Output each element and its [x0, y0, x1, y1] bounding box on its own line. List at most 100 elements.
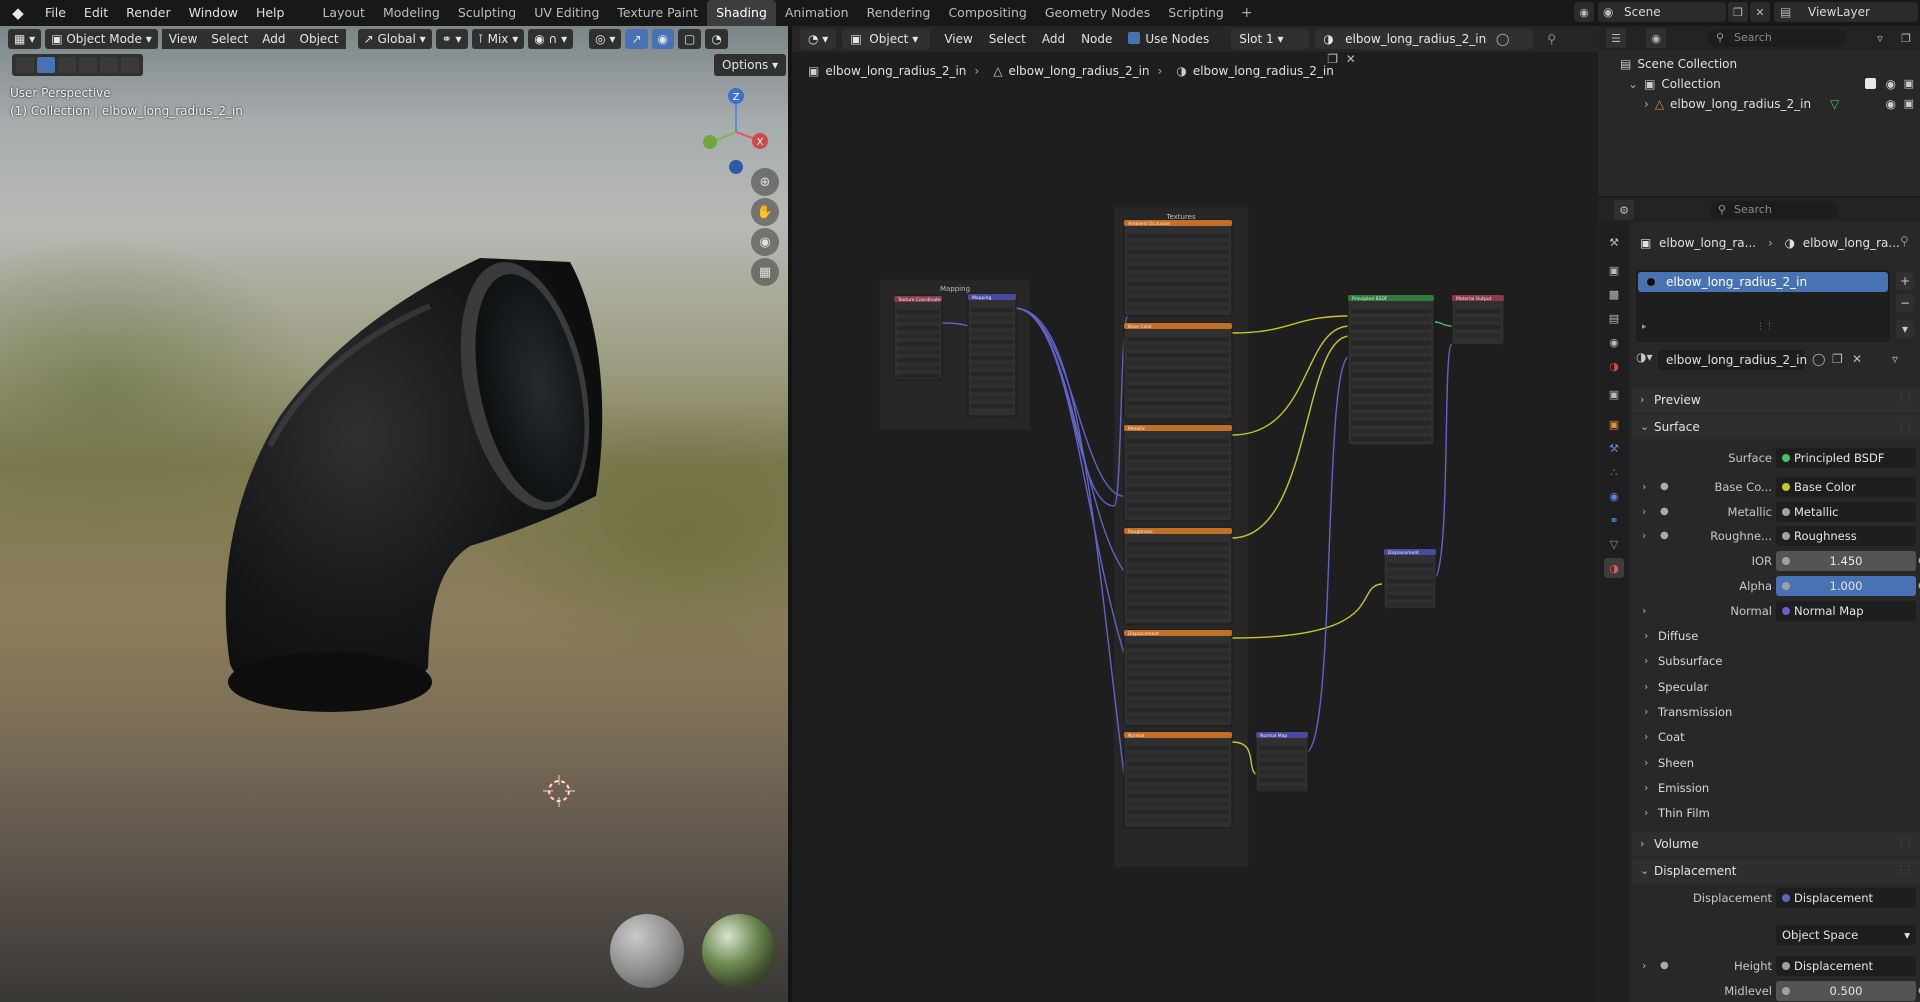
modifier-tab-icon[interactable]: ⚒	[1604, 438, 1624, 458]
tab-uv-editing[interactable]: UV Editing	[525, 0, 608, 26]
xray-toggle[interactable]: ▢	[678, 29, 702, 49]
property-link-field[interactable]: Base Color	[1776, 477, 1916, 497]
blender-logo-icon[interactable]: ◆	[0, 0, 36, 26]
node-texture-roughness[interactable]: Roughness	[1123, 527, 1233, 625]
output-tab-icon[interactable]: ▩	[1604, 284, 1624, 304]
material-slot-item[interactable]: elbow_long_radius_2_in	[1638, 272, 1888, 292]
display-mode-icon[interactable]: ◉	[1646, 28, 1666, 48]
editor-type-button[interactable]: ▦ ▾	[8, 29, 42, 49]
subpanel-coat[interactable]: › Coat	[1632, 727, 1920, 747]
data-tab-icon[interactable]: ▽	[1604, 534, 1624, 554]
unlink-material-icon[interactable]: ✕	[1852, 352, 1862, 366]
mesh-data-icon[interactable]: ▽	[1830, 94, 1839, 114]
select-invert-button[interactable]	[100, 57, 118, 73]
tab-shading[interactable]: Shading	[707, 0, 776, 26]
viewport-menu-object[interactable]: Object	[292, 29, 346, 49]
subpanel-specular[interactable]: › Specular	[1632, 677, 1920, 697]
node-link[interactable]	[1231, 325, 1351, 436]
subpanel-thin-film[interactable]: › Thin Film	[1632, 803, 1920, 823]
use-nodes-checkbox[interactable]: Use Nodes	[1120, 26, 1217, 52]
panel-volume[interactable]: › Volume ⋮⋮	[1632, 832, 1920, 856]
eye-icon[interactable]: ◉	[1886, 94, 1896, 114]
menu-window[interactable]: Window	[180, 0, 247, 26]
pan-hand-icon[interactable]: ✋	[751, 198, 779, 226]
delete-scene-icon[interactable]: ✕	[1750, 2, 1770, 22]
select-intersect-button[interactable]	[121, 57, 139, 73]
outliner-collection[interactable]: ⌄ ▣ Collection ◉ ▣	[1598, 74, 1920, 94]
node-displacement[interactable]: Displacement	[1383, 548, 1437, 610]
tab-compositing[interactable]: Compositing	[939, 0, 1035, 26]
node-texture-base-color[interactable]: Base Color	[1123, 322, 1233, 420]
subpanel-emission[interactable]: › Emission	[1632, 778, 1920, 798]
proportional-edit-button[interactable]: ◉ ∩ ▾	[528, 29, 574, 49]
pin-icon[interactable]: ⚲	[1900, 234, 1909, 248]
displacement-space-dropdown[interactable]: Object Space ▾	[1776, 925, 1916, 945]
scene-browse-icon[interactable]: ◉	[1574, 2, 1594, 22]
outliner-object[interactable]: › △ elbow_long_radius_2_in ▽ ◉ ▣	[1598, 94, 1920, 114]
material-name-field[interactable]: elbow_long_radius_2_in	[1658, 350, 1807, 370]
expand-chevron-icon[interactable]: ›	[1644, 94, 1649, 114]
tab-geometry-nodes[interactable]: Geometry Nodes	[1036, 0, 1159, 26]
select-subtract-button[interactable]	[79, 57, 97, 73]
viewport-options-button[interactable]: Options ▾	[714, 54, 787, 76]
panel-surface[interactable]: ⌄ Surface ⋮⋮	[1632, 415, 1920, 439]
subpanel-sheen[interactable]: › Sheen	[1632, 753, 1920, 773]
expand-chevron-icon[interactable]: ›	[1642, 502, 1646, 522]
node-link[interactable]	[1013, 307, 1129, 497]
node-texture-displacement[interactable]: Displacement	[1123, 629, 1233, 727]
3d-cursor-icon[interactable]	[543, 775, 575, 807]
panel-displacement[interactable]: ⌄ Displacement ⋮⋮	[1632, 859, 1920, 883]
expand-chevron-icon[interactable]: ›	[1642, 526, 1646, 546]
height-link-field[interactable]: Displacement	[1776, 956, 1916, 976]
scene-selector[interactable]: ◉ Scene	[1598, 2, 1726, 22]
outliner-editor-type-icon[interactable]: ☰	[1606, 28, 1626, 48]
fake-user-shield-icon[interactable]: ◯	[1812, 352, 1825, 366]
material-filter-icon[interactable]: ▿	[1892, 352, 1898, 366]
tab-scripting[interactable]: Scripting	[1159, 0, 1233, 26]
tab-rendering[interactable]: Rendering	[858, 0, 940, 26]
select-extend-button[interactable]	[58, 57, 76, 73]
material-selector[interactable]: ◑ elbow_long_radius_2_in ◯ ❐ ✕	[1315, 29, 1534, 66]
menu-render[interactable]: Render	[117, 0, 180, 26]
gizmo-y-axis[interactable]	[703, 135, 717, 149]
fake-user-shield-icon[interactable]: ◯	[1496, 32, 1509, 46]
node-link[interactable]	[1231, 315, 1351, 334]
node-texture-metallic[interactable]: Metallic	[1123, 424, 1233, 522]
properties-editor-type-icon[interactable]: ⚙	[1614, 200, 1634, 220]
viewport-menu-add[interactable]: Add	[255, 29, 293, 49]
duplicate-material-icon[interactable]: ❐	[1832, 352, 1843, 366]
panel-preview[interactable]: › Preview ⋮⋮	[1632, 388, 1920, 412]
browse-material-icon[interactable]: ◑▾	[1636, 350, 1653, 364]
eye-icon[interactable]: ◉	[1886, 74, 1896, 94]
property-link-field[interactable]: Principled BSDF	[1776, 448, 1916, 468]
list-expand-icon[interactable]: ▸	[1642, 322, 1647, 332]
menu-edit[interactable]: Edit	[75, 0, 117, 26]
collection-exclude-checkbox[interactable]	[1865, 78, 1876, 89]
3d-viewport[interactable]: ▦ ▾ ▣ Object Mode ▾ View Select Add Object …	[0, 26, 788, 1002]
orientation-selector[interactable]: ↗ Global ▾	[357, 29, 432, 49]
ortho-grid-icon[interactable]: ▦	[751, 258, 779, 286]
list-resize-grip-icon[interactable]: ⋮⋮	[1756, 322, 1774, 332]
menu-file[interactable]: File	[36, 0, 75, 26]
node-link[interactable]	[1231, 335, 1351, 539]
camera-view-icon[interactable]: ◉	[751, 228, 779, 256]
view-layer-tab-icon[interactable]: ▤	[1604, 308, 1624, 328]
subpanel-diffuse[interactable]: › Diffuse	[1632, 626, 1920, 646]
outliner-scene-collection[interactable]: ▤ Scene Collection	[1598, 54, 1920, 74]
viewport-menu-view[interactable]: View	[161, 29, 205, 49]
node-link[interactable]	[1431, 343, 1453, 582]
shader-node-editor[interactable]: Mapping Textures Texture Coordinate Mapping…	[792, 26, 1598, 1002]
outliner-search-input[interactable]: ⚲ Search	[1708, 29, 1846, 47]
node-link[interactable]	[1434, 321, 1453, 327]
add-workspace-button[interactable]: +	[1233, 5, 1261, 21]
node-menu-node[interactable]: Node	[1073, 26, 1120, 52]
material-preview-ball[interactable]	[610, 914, 684, 988]
visibility-selector[interactable]: ◎ ▾	[589, 29, 622, 49]
constraints-tab-icon[interactable]: ⚭	[1604, 510, 1624, 530]
property-number-field[interactable]: 1.450	[1776, 551, 1916, 571]
pivot-selector[interactable]: ⚭ ▾	[435, 29, 468, 49]
mode-selector[interactable]: ▣ Object Mode ▾	[45, 29, 158, 49]
scene-tab-icon[interactable]: ◉	[1604, 332, 1624, 352]
viewport-menu-select[interactable]: Select	[204, 29, 256, 49]
overlay-toggle[interactable]: ◉	[651, 29, 674, 49]
